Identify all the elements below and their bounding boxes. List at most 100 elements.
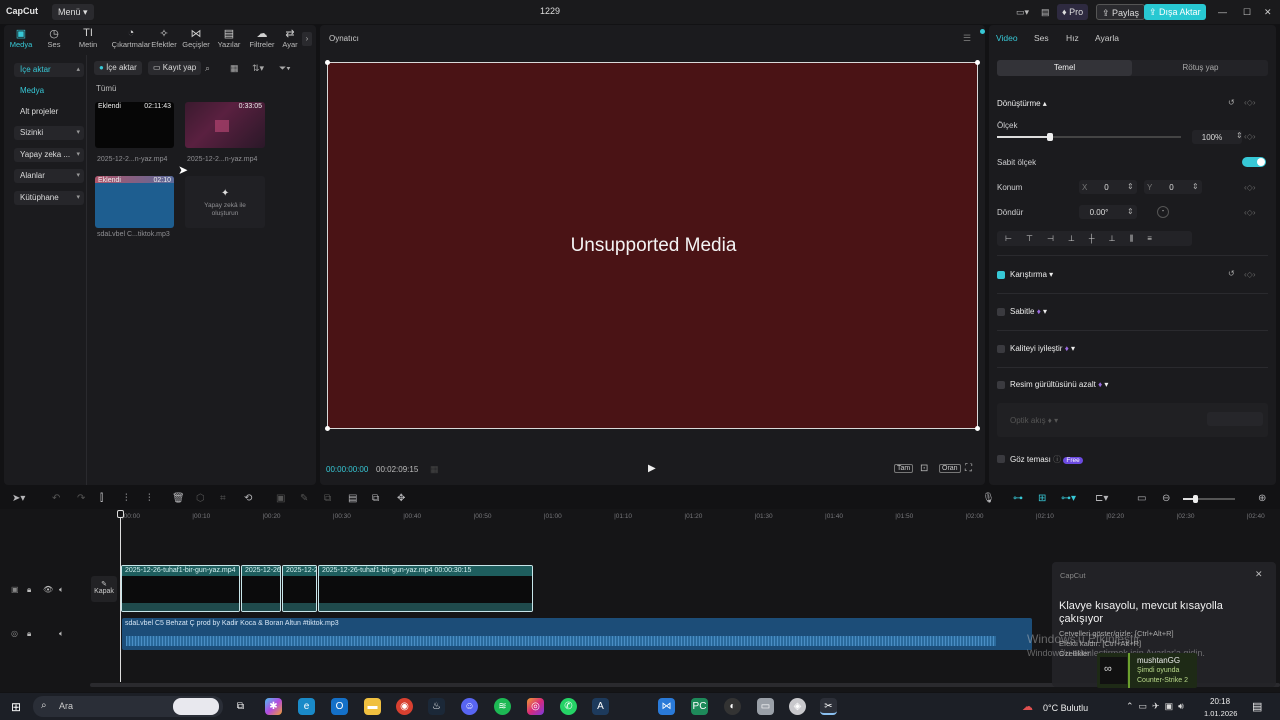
split-right-icon[interactable]: ⫶ xyxy=(148,493,151,504)
layout-icon[interactable]: ▭▾ xyxy=(1011,4,1034,20)
timecode-grid-icon[interactable]: ▦ xyxy=(430,464,439,475)
sort-icon[interactable]: ⇅▾ xyxy=(252,63,264,74)
subtab-basic[interactable]: Temel xyxy=(997,60,1132,76)
stabilize-checkbox[interactable] xyxy=(997,308,1005,316)
play-icon[interactable]: ▶ xyxy=(648,463,656,474)
search-icon[interactable]: ⌕ xyxy=(205,63,210,74)
instagram-icon[interactable]: ◎ xyxy=(527,698,544,715)
outlook-icon[interactable]: O xyxy=(331,698,348,715)
stepper-icon[interactable]: ⇕ xyxy=(1236,131,1243,140)
keyframe-icon[interactable]: ‹◇› xyxy=(1244,208,1255,217)
grid-view-icon[interactable]: ▦ xyxy=(230,63,239,74)
media-thumb-1[interactable]: Eklendi 02:11:43 xyxy=(95,102,174,148)
rotate-input[interactable]: 0.00° ⇕ xyxy=(1079,205,1137,219)
sidebar-item-yours[interactable]: Sizinki ▾ xyxy=(14,126,84,140)
app-shield-icon[interactable]: ◈ xyxy=(789,698,806,715)
position-x-input[interactable]: X 0 ⇕ xyxy=(1079,180,1137,194)
pycharm-icon[interactable]: PC xyxy=(691,698,708,715)
system-tray-icons[interactable]: ⌃▭✈▣🔊︎ xyxy=(1126,701,1189,712)
redo-icon[interactable]: ↷ xyxy=(77,493,85,504)
split-icon[interactable]: ⫿ xyxy=(100,493,103,504)
resize-handle[interactable] xyxy=(975,60,980,65)
fullscreen-icon[interactable]: ⛶ xyxy=(965,463,972,474)
resize-handle[interactable] xyxy=(975,426,980,431)
export-button[interactable]: ⇪ Dışa Aktar xyxy=(1144,4,1206,20)
chrome-icon[interactable]: ◉ xyxy=(396,698,413,715)
subtitle-icon[interactable]: ▭ xyxy=(1137,493,1146,504)
eye-contact-checkbox[interactable] xyxy=(997,455,1005,463)
subtab-retouch[interactable]: Rötuş yap xyxy=(1133,60,1268,76)
app-circle-icon[interactable]: ◐ xyxy=(724,698,741,715)
video-clip-3[interactable]: 2025-12-2 xyxy=(282,565,317,612)
steam-icon[interactable]: ♨ xyxy=(428,698,445,715)
volume-icon[interactable]: 🔈︎ xyxy=(59,585,64,595)
windows-start-icon[interactable]: ⊞ xyxy=(11,700,21,714)
stabilize-label[interactable]: Sabitle ♦ ▾ xyxy=(1010,307,1047,316)
audio-clip[interactable]: sdaLvbel C5 Behzat Ç prod by Kadir Koca … xyxy=(122,618,1032,650)
lock-icon[interactable]: 🔒︎ xyxy=(27,585,31,595)
keyframe-icon[interactable]: ‹◇› xyxy=(1244,132,1255,141)
tab-transitions[interactable]: ⋈ Geçişler xyxy=(179,27,213,49)
tab-text[interactable]: TI Metin xyxy=(71,27,105,49)
tab-adjust[interactable]: Ayarla xyxy=(1095,33,1119,43)
sidebar-item-spaces[interactable]: Alanlar ▾ xyxy=(14,169,84,183)
position-y-input[interactable]: Y 0 ⇕ xyxy=(1144,180,1202,194)
auto-reframe-icon[interactable]: ✥ xyxy=(397,493,405,504)
microphone-icon[interactable]: 🎙 xyxy=(982,493,995,504)
freeze-icon[interactable]: ▣ xyxy=(276,493,285,504)
record-button[interactable]: ▭ Kayıt yap xyxy=(148,61,202,75)
edge-icon[interactable]: e xyxy=(298,698,315,715)
scale-slider[interactable] xyxy=(997,133,1181,141)
main-track-magnet-icon[interactable]: ⊶ xyxy=(1013,493,1023,504)
menu-button[interactable]: Menü ▾ xyxy=(52,4,94,20)
reset-icon[interactable]: ↺ xyxy=(1228,98,1235,107)
maximize-icon[interactable]: ☐ xyxy=(1238,4,1256,20)
playhead-handle[interactable] xyxy=(117,510,124,518)
spotify-icon[interactable]: ≋ xyxy=(494,698,511,715)
tab-audio[interactable]: Ses xyxy=(1034,33,1049,43)
select-tool-icon[interactable]: ➤▾ xyxy=(12,493,25,504)
track-thumbnail-icon[interactable]: ▣ xyxy=(11,585,19,594)
undo-icon[interactable]: ↶ xyxy=(52,493,60,504)
video-clip-2[interactable]: 2025-12-26 xyxy=(241,565,281,612)
link-icon[interactable]: ⊶▾ xyxy=(1061,493,1076,504)
keyframe-icon[interactable]: ‹◇› xyxy=(1244,183,1255,192)
crop-icon[interactable]: ⌗ xyxy=(220,493,226,504)
transform-header[interactable]: Dönüştürme ▴ xyxy=(997,99,1047,108)
auto-snap-icon[interactable]: ⊞ xyxy=(1038,493,1046,504)
delete-icon[interactable]: 🗑 xyxy=(172,493,185,504)
zoom-slider-knob[interactable] xyxy=(1193,495,1198,503)
shortcut-icon[interactable]: ▤ xyxy=(1036,4,1055,20)
tabs-scroll-right-icon[interactable]: › xyxy=(302,32,312,46)
mask-icon[interactable]: ⬡ xyxy=(196,493,205,504)
full-quality-button[interactable]: Tam xyxy=(894,464,914,473)
game-presence-toast[interactable]: ∞ mushtanGG Şimdi oyunda Counter-Strike … xyxy=(1097,653,1197,688)
uniform-scale-toggle[interactable] xyxy=(1242,157,1266,167)
caption-icon[interactable]: ▤ xyxy=(348,493,357,504)
tab-media[interactable]: ▣ Medya xyxy=(4,27,38,49)
scale-input[interactable]: 100% xyxy=(1192,130,1242,144)
zoom-out-icon[interactable]: ⊖ xyxy=(1162,493,1170,504)
align-toolbar[interactable]: ⊢⊤⊣⊥┼⊥⫼≡ xyxy=(997,231,1192,246)
tab-audio[interactable]: ◷ Ses xyxy=(37,27,71,49)
app-a-icon[interactable]: A xyxy=(592,698,609,715)
denoise-checkbox[interactable] xyxy=(997,381,1005,389)
speed-curve-icon[interactable]: ⟲ xyxy=(244,493,252,504)
tab-captions[interactable]: ▤ Yazılar xyxy=(212,27,246,49)
app-gray-icon[interactable]: ▭ xyxy=(757,698,774,715)
export-frame-icon[interactable]: ⧉ xyxy=(372,493,379,504)
zoom-in-icon[interactable]: ⊕ xyxy=(1258,493,1266,504)
weather-text[interactable]: 0°C Bulutlu xyxy=(1043,703,1088,713)
denoise-label[interactable]: Resim gürültüsünü azalt ♦ ▾ xyxy=(1010,380,1108,389)
tab-effects[interactable]: ✧ Efektler xyxy=(147,27,181,49)
eye-contact-label[interactable]: Göz teması ⓘ Free xyxy=(1010,454,1083,465)
tab-adjust[interactable]: ⇄ Ayar xyxy=(278,27,302,49)
sidebar-item-media[interactable]: Medya xyxy=(14,84,84,98)
reset-icon[interactable]: ↺ xyxy=(1228,269,1235,278)
blend-checkbox[interactable] xyxy=(997,271,1005,279)
resize-handle[interactable] xyxy=(325,60,330,65)
sidebar-item-subprojects[interactable]: Alt projeler xyxy=(14,105,84,119)
share-button[interactable]: ⇪ Paylaş xyxy=(1096,4,1146,20)
capcut-taskbar-icon[interactable]: ✂ xyxy=(820,698,837,715)
filter-icon[interactable]: ⏷▾ xyxy=(279,63,291,74)
